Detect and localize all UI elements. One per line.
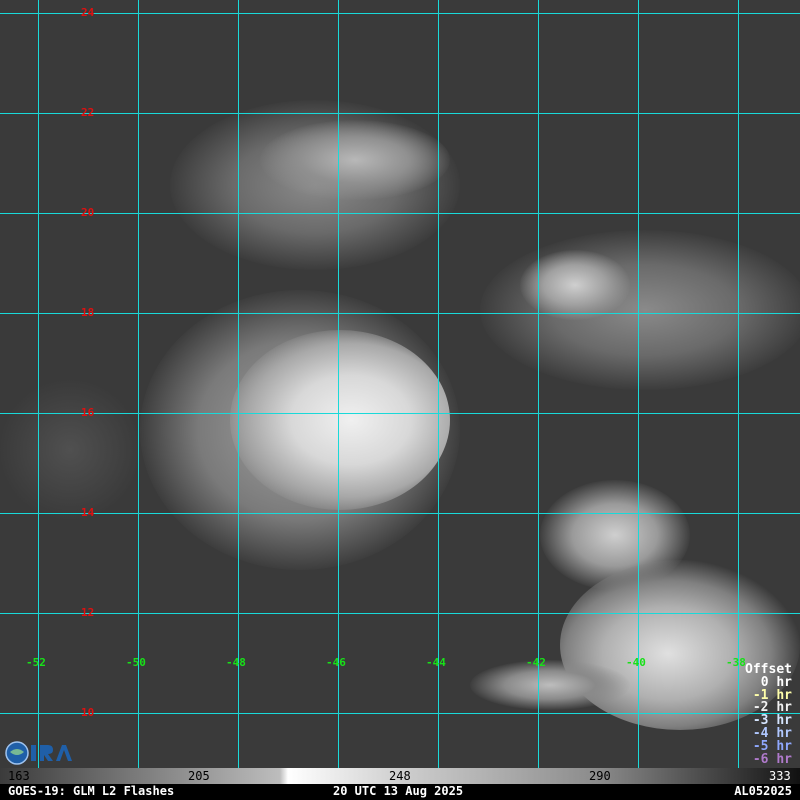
lon-label: -44	[426, 656, 446, 669]
lon-label: -50	[126, 656, 146, 669]
cloud-mass	[260, 120, 450, 200]
cira-logo	[5, 741, 72, 765]
lon-label: -42	[526, 656, 546, 669]
latitude-line	[0, 213, 800, 214]
latitude-line	[0, 13, 800, 14]
longitude-line	[738, 0, 739, 768]
lat-label: 16	[81, 406, 95, 419]
lon-label: -38	[726, 656, 746, 669]
lat-label: 14	[81, 506, 95, 519]
lon-label: -46	[326, 656, 346, 669]
lat-label: 22	[81, 106, 95, 119]
colorbar-tick: 205	[188, 769, 210, 783]
cloud-mass	[480, 230, 800, 390]
latitude-line	[0, 313, 800, 314]
colorbar-tick: 290	[589, 769, 611, 783]
colorbar-tick: 248	[389, 769, 411, 783]
cloud-mass	[520, 250, 630, 320]
footer-bar: GOES-19: GLM L2 Flashes 20 UTC 13 Aug 20…	[0, 784, 800, 800]
longitude-line	[538, 0, 539, 768]
longitude-line	[138, 0, 139, 768]
cloud-mass	[470, 660, 630, 710]
latitude-line	[0, 713, 800, 714]
longitude-line	[238, 0, 239, 768]
lon-label: -48	[226, 656, 246, 669]
lat-label: 18	[81, 306, 95, 319]
lat-label: 20	[81, 206, 95, 219]
latitude-line	[0, 413, 800, 414]
colorbar-tick: 163	[8, 769, 30, 783]
longitude-line	[638, 0, 639, 768]
longitude-line	[338, 0, 339, 768]
colorbar-tick: 333	[769, 769, 791, 783]
latitude-line	[0, 113, 800, 114]
satellite-image: 24 22 20 18 16 14 12 10 -52 -50 -48 -46 …	[0, 0, 800, 768]
lat-label: 10	[81, 706, 95, 719]
storm-id: AL052025	[734, 784, 792, 798]
time-offset-legend: Offset 0 hr -1 hr -2 hr -3 hr -4 hr -5 h…	[745, 663, 792, 767]
satellite-product: GOES-19: GLM L2 Flashes	[8, 784, 175, 798]
legend-item: -6 hr	[752, 751, 792, 767]
lon-label: -40	[626, 656, 646, 669]
cloud-mass	[0, 380, 140, 520]
latitude-line	[0, 513, 800, 514]
lon-label: -52	[26, 656, 46, 669]
lat-label: 12	[81, 606, 95, 619]
storm-core	[230, 330, 450, 510]
longitude-line	[38, 0, 39, 768]
lat-label: 24	[81, 6, 95, 19]
timestamp: 20 UTC 13 Aug 2025	[333, 784, 464, 798]
longitude-line	[438, 0, 439, 768]
latitude-line	[0, 613, 800, 614]
